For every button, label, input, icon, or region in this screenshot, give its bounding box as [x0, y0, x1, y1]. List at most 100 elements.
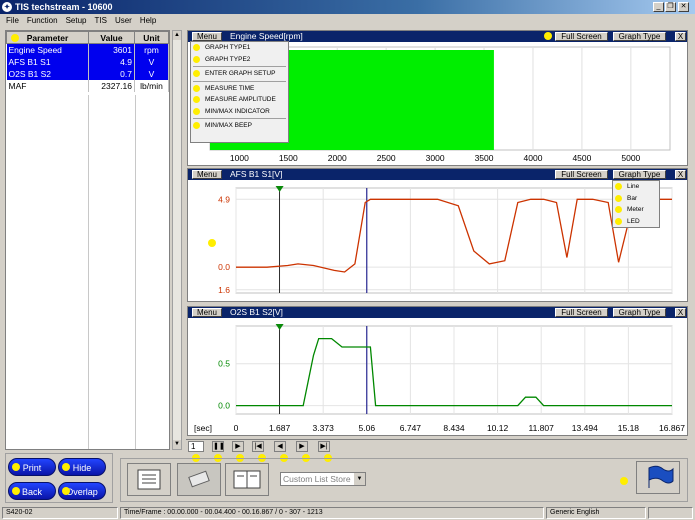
panel-close-button[interactable]: X	[675, 308, 686, 317]
x-tick-label: 6.747	[400, 423, 422, 433]
scroll-down-icon[interactable]: ▼	[173, 440, 181, 449]
menu-item-measure-amplitude[interactable]: MEASURE AMPLITUDE	[191, 94, 288, 106]
x-tick-label: 5.06	[359, 423, 376, 433]
restore-button[interactable]: ❐	[665, 2, 676, 12]
cell-unit: rpm	[134, 43, 169, 56]
menu-help[interactable]: Help	[140, 16, 156, 25]
menu-file[interactable]: File	[6, 16, 19, 25]
panel-close-button[interactable]: X	[675, 170, 686, 179]
cell-unit: V	[134, 55, 169, 68]
full-screen-button[interactable]: Full Screen	[555, 32, 608, 41]
minimize-button[interactable]: _	[653, 2, 664, 12]
flag-icon	[648, 465, 674, 488]
window-titlebar: ✦ TIS techstream - 10600	[0, 0, 695, 14]
list-view-button[interactable]	[127, 463, 171, 496]
skip-end-button[interactable]: ▶|	[318, 441, 330, 452]
pause-button[interactable]: ❚❚	[212, 441, 225, 452]
play-button[interactable]: ▶	[232, 441, 244, 452]
x-tick-label: 15.18	[618, 423, 640, 433]
step-forward-button[interactable]: ▶	[296, 441, 308, 452]
x-tick-label: 2000	[328, 153, 347, 163]
y-tick-label: 0.0	[218, 401, 230, 411]
graph-type-dropdown: Line Bar Meter LED	[612, 180, 660, 228]
panel-menu-button[interactable]: Menu	[192, 170, 222, 179]
menu-tis[interactable]: TIS	[94, 16, 106, 25]
status-language: Generic English	[546, 507, 646, 519]
menu-item-graph-type1[interactable]: GRAPH TYPE1	[191, 42, 288, 54]
column-header-value[interactable]: Value	[88, 31, 135, 44]
panel-menu-button[interactable]: Menu	[192, 32, 222, 41]
cell-unit: lb/min	[134, 79, 169, 92]
snapshot-button[interactable]	[225, 463, 269, 496]
status-empty	[648, 507, 693, 519]
cell-parameter: O2S B1 S2	[6, 67, 89, 80]
marker-icon	[620, 477, 628, 485]
x-tick-label: 8.434	[443, 423, 465, 433]
list-store-select[interactable]: Custom List Store ▼	[280, 472, 366, 486]
full-screen-marker-icon	[544, 32, 552, 40]
step-back-button[interactable]: ◀	[274, 441, 286, 452]
graph-type-line[interactable]: Line	[613, 181, 659, 193]
menu-item-enter-graph-setup[interactable]: ENTER GRAPH SETUP	[191, 68, 288, 80]
grid-column-lines	[5, 95, 170, 449]
o2s-chart: 0.5 0.0 [sec] 0 1.687 3.373 5.06 6.747 8.434 10.1…	[194, 324, 685, 433]
menu-function[interactable]: Function	[27, 16, 58, 25]
hide-button[interactable]: Hide	[58, 458, 106, 476]
graph-type-led[interactable]: LED	[613, 216, 659, 228]
menu-item-minmax-beep[interactable]: MIN/MAX BEEP	[191, 120, 288, 132]
menu-setup[interactable]: Setup	[66, 16, 87, 25]
graph-type-meter[interactable]: Meter	[613, 204, 659, 216]
column-header-parameter[interactable]: Parameter	[6, 31, 89, 44]
graph-type-button[interactable]: Graph Type	[613, 308, 666, 317]
marker-icon	[208, 239, 216, 247]
y-tick-label: 1.6	[218, 285, 230, 295]
chevron-down-icon[interactable]: ▼	[354, 473, 365, 485]
scroll-up-icon[interactable]: ▲	[173, 31, 181, 40]
close-button[interactable]: ✕	[678, 2, 689, 12]
cell-value: 2327.16	[88, 79, 135, 92]
table-row[interactable]: O2S B1 S2 0.7 V	[6, 67, 169, 80]
x-tick-label: 3500	[475, 153, 494, 163]
x-tick-label: 2500	[377, 153, 396, 163]
table-row[interactable]: MAF 2327.16 lb/min	[6, 79, 169, 92]
tool-icon	[188, 470, 210, 488]
back-button[interactable]: Back	[8, 482, 56, 500]
bullet-icon	[193, 70, 200, 77]
menu-user[interactable]: User	[115, 16, 132, 25]
graph-type-bar[interactable]: Bar	[613, 193, 659, 205]
overlap-button[interactable]: Overlap	[58, 482, 106, 500]
bullet-icon	[615, 217, 622, 225]
frame-input[interactable]: 1	[188, 441, 204, 452]
graph-type-button[interactable]: Graph Type	[613, 32, 666, 41]
x-tick-label: 10.12	[487, 423, 509, 433]
print-button[interactable]: Print	[8, 458, 56, 476]
graph-type-button[interactable]: Graph Type	[613, 170, 666, 179]
menu-item-measure-time[interactable]: MEASURE TIME	[191, 83, 288, 95]
menu-item-graph-type2[interactable]: GRAPH TYPE2	[191, 54, 288, 66]
y-tick-label: 0.0	[218, 262, 230, 272]
panel-menu-button[interactable]: Menu	[192, 308, 222, 317]
full-screen-button[interactable]: Full Screen	[555, 308, 608, 317]
cell-value: 3601	[88, 43, 135, 56]
table-row[interactable]: AFS B1 S1 4.9 V	[6, 55, 169, 68]
panel-title: AFS B1 S1[V]	[230, 169, 283, 179]
table-row[interactable]: Engine Speed 3601 rpm	[6, 43, 169, 56]
cell-parameter: AFS B1 S1	[6, 55, 89, 68]
status-code: S420-02	[2, 507, 118, 519]
skip-start-button[interactable]: |◀	[252, 441, 264, 452]
panel-close-button[interactable]: X	[675, 32, 686, 41]
bullet-icon	[193, 55, 200, 63]
bullet-icon	[615, 194, 622, 202]
cell-parameter: MAF	[6, 79, 89, 92]
record-button[interactable]	[177, 463, 221, 496]
panel-header: Menu AFS B1 S1[V] Full Screen Graph Type…	[188, 169, 687, 180]
x-tick-label: 13.494	[572, 423, 598, 433]
column-header-unit[interactable]: Unit	[134, 31, 169, 44]
x-tick-label: 3.373	[313, 423, 335, 433]
finish-flag-button[interactable]	[636, 461, 680, 494]
cell-parameter: Engine Speed	[6, 43, 89, 56]
grid-scrollbar[interactable]: ▲ ▼	[172, 30, 182, 450]
panel-header: Menu O2S B1 S2[V] Full Screen Graph Type…	[188, 307, 687, 318]
menu-item-minmax-indicator[interactable]: MIN/MAX INDICATOR	[191, 106, 288, 118]
full-screen-button[interactable]: Full Screen	[555, 170, 608, 179]
